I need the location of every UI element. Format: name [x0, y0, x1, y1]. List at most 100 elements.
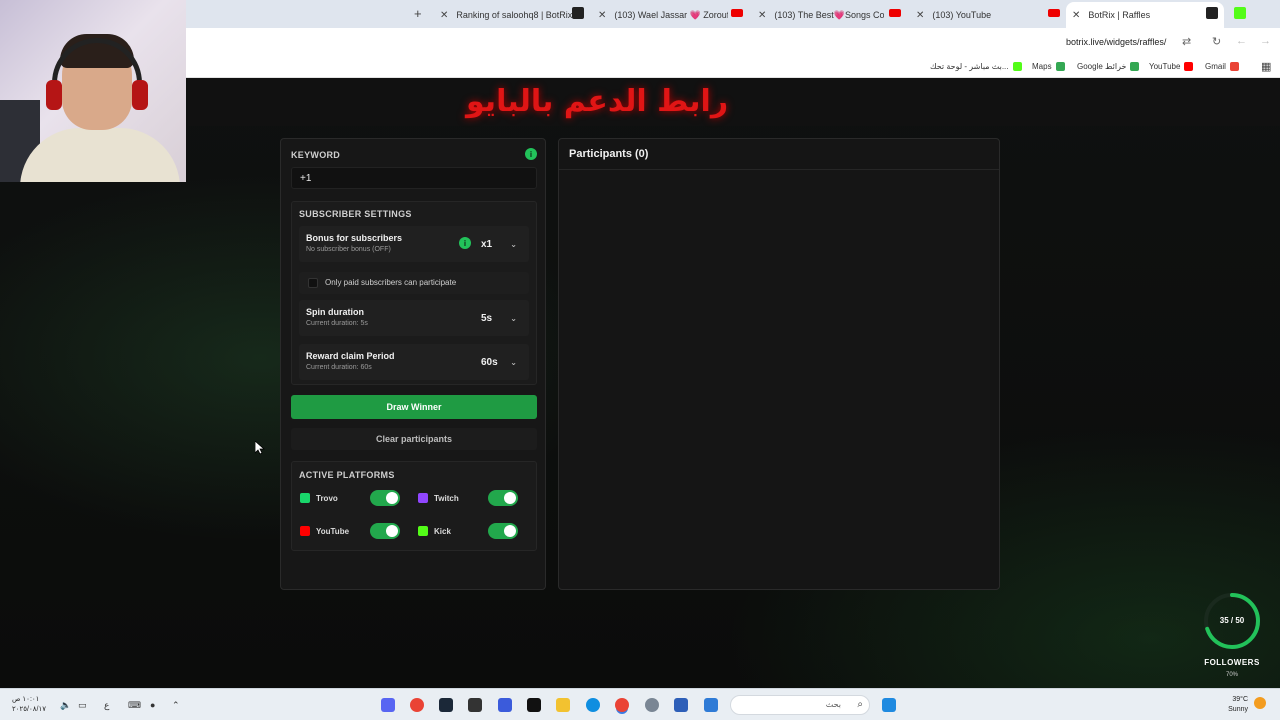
close-icon[interactable]: ✕ [598, 10, 606, 21]
banner-text: رابط الدعم بالبايو [466, 84, 729, 119]
language-icon[interactable]: ع [104, 700, 109, 711]
bookmark-kick-dashboard[interactable]: بث مباشر - لوحة تحك... [930, 62, 1022, 71]
taskbar-search[interactable]: بحث ⌕ [730, 695, 870, 715]
trovo-toggle[interactable] [370, 490, 400, 506]
weather-widget[interactable]: 39°C Sunny [1222, 695, 1248, 715]
bookmark-gmail[interactable]: Gmail [1205, 62, 1239, 71]
platform-label: Twitch [434, 493, 459, 503]
capcut-app-icon[interactable] [527, 698, 541, 712]
bonus-value: x1 [481, 238, 493, 250]
tab-botrix-ranking[interactable]: ✕ Ranking of saloohq8 | BotRix - [440, 4, 590, 26]
info-icon[interactable]: i [525, 148, 537, 160]
tab-label: BotRix | Raffles [1088, 10, 1151, 20]
bonus-select[interactable]: x1 ⌄ [477, 235, 521, 253]
discord-app-icon[interactable] [381, 698, 395, 712]
forward-icon[interactable]: ← [1236, 35, 1247, 47]
draw-winner-button[interactable]: Draw Winner [291, 395, 537, 419]
youtube-favicon-icon [889, 9, 901, 17]
bookmark-maps[interactable]: Maps [1032, 62, 1065, 71]
apps-grid-icon[interactable]: ▦ [1261, 60, 1271, 73]
info-icon[interactable]: i [459, 237, 471, 249]
kick-extension-icon[interactable] [1234, 7, 1246, 19]
chevron-down-icon: ⌄ [510, 239, 517, 249]
spin-subtitle: Current duration: 5s [306, 320, 368, 327]
search-placeholder: بحث [825, 700, 841, 709]
followers-label: FOLLOWERS [1204, 658, 1260, 667]
headset-earcup-left [46, 80, 62, 110]
platform-trovo: Trovo [300, 488, 338, 508]
tab-youtube[interactable]: ✕ (103) YouTube [916, 4, 1036, 26]
youtube-favicon-icon [1048, 9, 1060, 17]
spin-duration-select[interactable]: 5s ⌄ [477, 309, 521, 327]
speaker-icon[interactable]: 🔈 [60, 700, 71, 711]
chrome-app-icon[interactable] [410, 698, 424, 712]
bookmarks-bar: بث مباشر - لوحة تحك... Maps Google خرائط… [0, 56, 1280, 78]
site-settings-icon[interactable]: ⇄ [1182, 35, 1191, 48]
keyword-label: KEYWORD [291, 150, 341, 160]
tab-botrix-raffles[interactable]: ✕ BotRix | Raffles [1066, 2, 1224, 28]
bonus-title: Bonus for subscribers [306, 233, 403, 243]
only-paid-checkbox[interactable] [308, 278, 318, 288]
keyword-input[interactable] [291, 167, 537, 189]
bookmark-google-maps[interactable]: Google خرائط [1077, 62, 1140, 71]
youtube-icon [1184, 62, 1194, 71]
youtube-icon [300, 526, 310, 536]
taskbar: ١٠:٠١ ص ٢٠٢٥/٠٨/١٧ 🔈 ▭ ع ⌨ ● ⌃ بحث ⌕ 39°… [0, 688, 1280, 720]
url-field[interactable]: botrix.live/widgets/raffles/ [1066, 37, 1166, 47]
maps-icon [1055, 62, 1065, 71]
microphone-icon[interactable]: ● [150, 700, 155, 710]
participants-panel: Participants (0) [558, 138, 1000, 590]
chrome-active-icon[interactable] [615, 698, 629, 712]
youtube-favicon-icon [731, 9, 743, 17]
platform-youtube: YouTube [300, 521, 349, 541]
reload-icon[interactable]: ↻ [1212, 35, 1221, 48]
settings-gear-icon[interactable] [645, 698, 659, 712]
close-icon[interactable]: ✕ [758, 10, 766, 21]
keyboard-icon[interactable]: ⌨ [128, 700, 141, 711]
file-explorer-icon[interactable] [556, 698, 570, 712]
followers-count: 35 / 50 [1219, 616, 1245, 625]
windows-start-icon[interactable] [882, 698, 896, 712]
network-icon[interactable]: ▭ [78, 700, 87, 711]
steam-app-icon[interactable] [439, 698, 453, 712]
gmail-icon [1229, 62, 1239, 71]
reward-subtitle: Current duration: 60s [306, 364, 372, 371]
back-icon[interactable]: → [1260, 35, 1271, 47]
close-icon[interactable]: ✕ [916, 10, 924, 21]
obs-app-icon[interactable] [468, 698, 482, 712]
headset-earcup-right [132, 80, 148, 110]
raffle-page: رابط الدعم بالبايو KEYWORD i SUBSCRIBER … [0, 78, 1280, 688]
bookmark-label: YouTube [1149, 62, 1181, 71]
tab-wael-jassar[interactable]: ✕ (103) Wael Jassar 💗 Zorouf M [598, 4, 728, 26]
twitch-toggle[interactable] [488, 490, 518, 506]
bookmark-youtube[interactable]: YouTube [1149, 62, 1194, 71]
bookmark-label: بث مباشر - لوحة تحك... [930, 62, 1009, 71]
tab-label: (103) YouTube [932, 10, 992, 20]
reward-period-select[interactable]: 60s ⌄ [477, 353, 521, 371]
edge-app-icon[interactable] [586, 698, 600, 712]
reward-period-row: Reward claim Period Current duration: 60… [299, 344, 529, 380]
spin-duration-row: Spin duration Current duration: 5s 5s ⌄ [299, 300, 529, 336]
close-icon[interactable]: ✕ [1072, 10, 1080, 21]
subscriber-settings: SUBSCRIBER SETTINGS Bonus for subscriber… [291, 201, 537, 385]
only-paid-row[interactable]: Only paid subscribers can participate [299, 272, 529, 294]
platform-kick: Kick [418, 521, 451, 541]
reward-title: Reward claim Period [306, 351, 395, 361]
youtube-toggle[interactable] [370, 523, 400, 539]
tab-best-songs[interactable]: ✕ (103) The Best💗Songs Collect [758, 4, 884, 26]
kick-icon [1012, 62, 1022, 71]
temperature: 39°C [1232, 696, 1248, 703]
clock-time: ١٠:٠١ ص [12, 696, 40, 703]
app-icon[interactable] [674, 698, 688, 712]
security-shield-icon[interactable] [704, 698, 718, 712]
spin-title: Spin duration [306, 307, 364, 317]
app-icon[interactable] [498, 698, 512, 712]
close-icon[interactable]: ✕ [440, 10, 448, 21]
clear-participants-button[interactable]: Clear participants [291, 428, 537, 450]
clock[interactable]: ١٠:٠١ ص ٢٠٢٥/٠٨/١٧ [12, 695, 46, 715]
active-platforms-title: ACTIVE PLATFORMS [299, 470, 395, 480]
chevron-up-icon[interactable]: ⌃ [172, 700, 180, 711]
new-tab-button[interactable]: + [414, 6, 422, 21]
kick-toggle[interactable] [488, 523, 518, 539]
bookmark-label: Gmail [1205, 62, 1226, 71]
